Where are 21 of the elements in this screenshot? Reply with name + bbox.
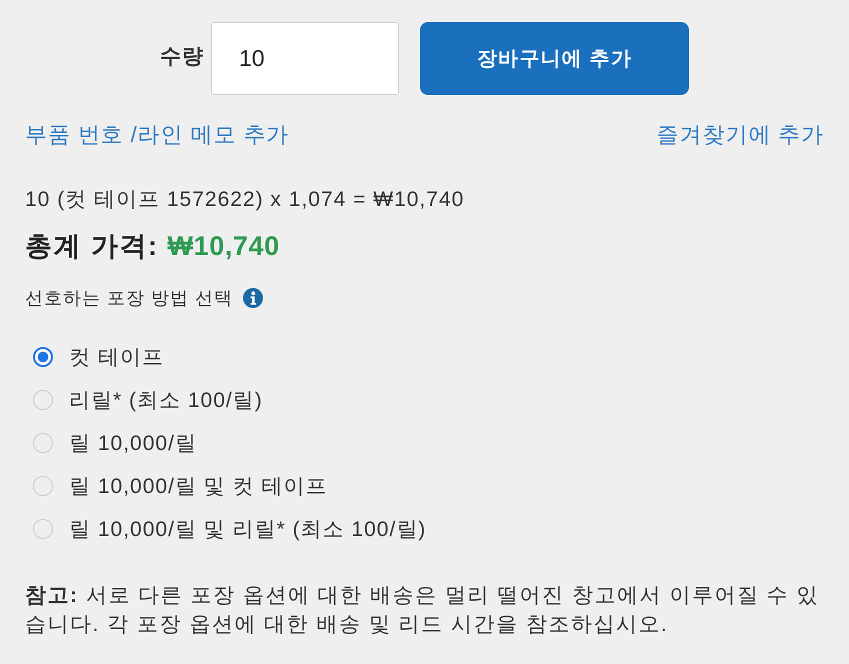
note-text: 참고: 서로 다른 포장 옵션에 대한 배송은 멀리 떨어진 창고에서 이루어질 수 있습니다. 각 포장 옵션에 대한 배송 및 리드 시간을 참조하십시오. [25, 583, 820, 638]
radio-button[interactable] [33, 476, 53, 496]
quantity-label: 수량 [160, 44, 204, 70]
info-icon[interactable] [243, 288, 264, 308]
quantity-input[interactable]: 10 [211, 22, 399, 95]
favorites-link[interactable]: 즐겨찾기에 추가 [656, 120, 824, 150]
radio-button[interactable] [33, 390, 53, 410]
add-to-cart-button[interactable]: 장바구니에 추가 [420, 22, 689, 95]
option-label: 릴 10,000/릴 및 컷 테이프 [69, 474, 328, 500]
option-label: 릴 10,000/릴 및 리릴* (최소 100/릴) [69, 517, 426, 543]
part-memo-link[interactable]: 부품 번호 /라인 메모 추가 [25, 120, 290, 150]
radio-button[interactable] [33, 433, 53, 453]
price-calculation: 10 (컷 테이프 1572622) x 1,074 = ₩10,740 [25, 187, 466, 213]
option-label: 리릴* (최소 100/릴) [69, 388, 263, 414]
radio-button[interactable] [33, 519, 53, 539]
total-amount: ₩10,740 [168, 230, 280, 263]
option-label: 릴 10,000/릴 [69, 431, 197, 457]
radio-button[interactable] [33, 347, 53, 367]
packaging-label: 선호하는 포장 방법 선택 [25, 287, 234, 310]
total-label: 총계 가격: [25, 230, 158, 263]
option-label: 컷 테이프 [69, 345, 164, 371]
